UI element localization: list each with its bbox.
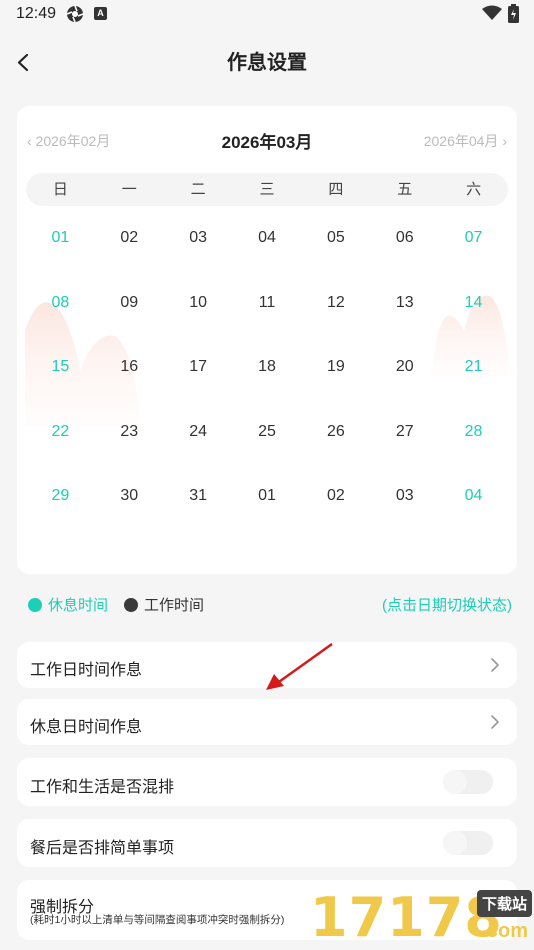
weekday-label: 五 [397,181,413,198]
watermark-number: 17178 [310,886,503,949]
calendar-day[interactable]: 15 [26,335,95,400]
calendar-day[interactable]: 11 [233,271,302,336]
site-watermark: 17178 下载站 .com [306,884,534,950]
calendar-day[interactable]: 29 [26,464,95,529]
header: 作息设置 [0,40,534,84]
calendar-day[interactable]: 22 [26,400,95,465]
calendar-day[interactable]: 31 [164,464,233,529]
chevron-right-icon [491,658,499,672]
calendar-day[interactable]: 16 [95,335,164,400]
calendar-day[interactable]: 03 [164,206,233,271]
calendar-day[interactable]: 07 [439,206,508,271]
calendar-day[interactable]: 08 [26,271,95,336]
calendar-day[interactable]: 30 [95,464,164,529]
calendar-card: ‹ 2026年02月 2026年03月 2026年04月 › 日 一 二 三 四… [17,106,517,574]
status-bar: 12:49 A [0,0,534,28]
status-time: 12:49 [16,5,57,22]
battery-icon [508,4,519,23]
mixed-schedule-row: 工作和生活是否混排 [17,758,517,806]
calendar-day[interactable]: 01 [26,206,95,271]
wifi-icon [482,5,502,20]
weekday-header: 日 一 二 三 四 五 六 [26,173,508,206]
weekday-label: 二 [190,181,206,198]
calendar-day[interactable]: 04 [439,464,508,529]
calendar-day[interactable]: 27 [370,400,439,465]
force-split-description: (耗时1小时以上清单与等间隔查阅事项冲突时强制拆分) [30,914,285,926]
calendar-day[interactable]: 12 [301,271,370,336]
red-arrow-annotation [266,642,333,690]
calendar-day[interactable]: 06 [370,206,439,271]
next-month-label: 2026年04月 [423,133,499,149]
toggle-knob [443,770,467,794]
calendar-day[interactable]: 13 [370,271,439,336]
calendar-day[interactable]: 09 [95,271,164,336]
chevron-right-icon [491,715,499,729]
workday-schedule-label: 工作日时间作息 [30,662,143,679]
calendar-day[interactable]: 21 [439,335,508,400]
calendar-day[interactable]: 26 [301,400,370,465]
legend: 休息时间 工作时间 (点击日期切换状态) [28,592,514,614]
page-title: 作息设置 [227,52,307,74]
calendar-day[interactable]: 01 [233,464,302,529]
weekday-label: 六 [466,181,482,198]
calendar-day[interactable]: 10 [164,271,233,336]
calendar-day[interactable]: 18 [233,335,302,400]
legend-work-label: 工作时间 [144,597,205,614]
restday-schedule-row[interactable]: 休息日时间作息 [17,699,517,745]
restday-schedule-label: 休息日时间作息 [30,719,143,736]
weekday-label: 一 [121,181,137,198]
calendar-day[interactable]: 04 [233,206,302,271]
calendar-day[interactable]: 20 [370,335,439,400]
chevron-right-icon: › [502,133,507,149]
calendar-day[interactable]: 17 [164,335,233,400]
calendar-days-grid: 01 02 03 04 05 06 07 08 09 10 11 12 13 14 15 16 17 18 19 20… [26,206,508,529]
legend-hint: (点击日期切换状态) [382,597,512,614]
mixed-schedule-label: 工作和生活是否混排 [30,779,175,796]
work-dot-icon [124,598,138,612]
after-meal-row: 餐后是否排简单事项 [17,819,517,867]
month-navigation: ‹ 2026年02月 2026年03月 2026年04月 › [17,128,517,154]
a-icon: A [94,7,107,20]
toggle-knob [443,831,467,855]
after-meal-toggle[interactable] [443,831,493,855]
watermark-badge: 下载站 [476,890,532,917]
watermark-suffix: .com [481,920,528,942]
calendar-day[interactable]: 24 [164,400,233,465]
legend-rest-label: 休息时间 [48,597,109,614]
calendar-day[interactable]: 19 [301,335,370,400]
calendar-day[interactable]: 28 [439,400,508,465]
calendar-day[interactable]: 14 [439,271,508,336]
aperture-icon [66,5,84,23]
next-month-button[interactable]: 2026年04月 › [424,131,507,151]
calendar-day[interactable]: 05 [301,206,370,271]
rest-dot-icon [28,598,42,612]
legend-rest: 休息时间 [28,594,108,615]
legend-work: 工作时间 [124,594,204,615]
weekday-label: 三 [259,181,275,198]
weekday-label: 四 [328,181,344,198]
calendar-day[interactable]: 02 [301,464,370,529]
calendar-day[interactable]: 25 [233,400,302,465]
after-meal-label: 餐后是否排简单事项 [30,840,175,857]
calendar-day[interactable]: 23 [95,400,164,465]
weekday-label: 日 [52,181,68,198]
mixed-schedule-toggle[interactable] [443,770,493,794]
calendar-day[interactable]: 03 [370,464,439,529]
calendar-day[interactable]: 02 [95,206,164,271]
